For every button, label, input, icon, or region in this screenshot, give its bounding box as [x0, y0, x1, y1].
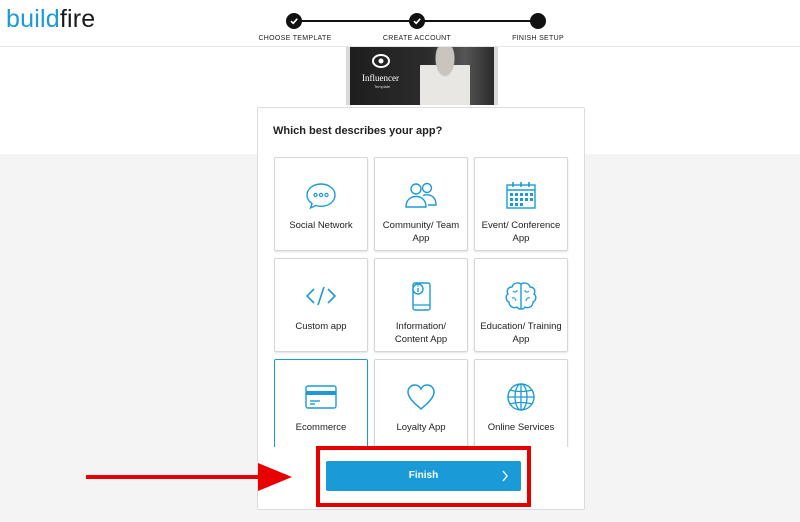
credit-card-icon [305, 385, 337, 409]
progress-stepper: CHOOSE TEMPLATE CREATE ACCOUNT FINISH SE… [258, 10, 590, 46]
annotation-arrow-icon [86, 463, 292, 491]
category-tile-social-network[interactable]: Social Network [274, 157, 368, 251]
question-heading: Which best describes your app? [273, 125, 443, 137]
category-label: Online Services [487, 422, 555, 433]
category-label: Event/ Conference App [481, 220, 561, 244]
step-label: FINISH SETUP [512, 35, 564, 42]
category-tile-education-training[interactable]: Education/ Training App [474, 258, 568, 352]
calendar-icon [506, 182, 536, 209]
template-preview: Influencer Template [346, 47, 498, 105]
template-person-image [420, 47, 470, 105]
category-tile-ecommerce[interactable]: Ecommerce [274, 359, 368, 447]
category-label: Information/ Content App [394, 321, 448, 345]
step-connector [417, 20, 538, 22]
logo-build: build [6, 5, 60, 33]
category-tile-information-content[interactable]: Information/ Content App [374, 258, 468, 352]
step-1-check-icon [286, 13, 302, 29]
category-grid: Social Network Community/ Team App Event… [274, 157, 570, 447]
globe-icon [507, 383, 535, 411]
template-image: Influencer Template [350, 47, 494, 105]
step-connector [294, 20, 417, 22]
buildfire-logo[interactable]: buildfire [6, 5, 95, 34]
step-label: CREATE ACCOUNT [382, 35, 452, 42]
code-icon [305, 286, 337, 306]
step-3-current-dot [530, 13, 546, 29]
brain-icon [505, 282, 537, 310]
template-logo-icon [372, 54, 390, 68]
chevron-right-icon [502, 470, 508, 482]
category-label: Custom app [295, 321, 347, 332]
logo-fire: fire [59, 5, 96, 33]
category-tile-online-services[interactable]: Online Services [474, 359, 568, 447]
phone-info-icon [412, 282, 431, 311]
category-tile-loyalty[interactable]: Loyalty App [374, 359, 468, 447]
category-tile-community-team[interactable]: Community/ Team App [374, 157, 468, 251]
step-label: CHOOSE TEMPLATE [258, 35, 332, 42]
finish-button[interactable]: Finish [326, 461, 521, 491]
finish-label: Finish [408, 470, 439, 481]
chat-bubble-icon [306, 183, 336, 210]
heart-icon [407, 384, 435, 411]
people-icon [405, 182, 437, 208]
category-label: Loyalty App [396, 422, 446, 433]
category-tile-custom-app[interactable]: Custom app [274, 258, 368, 352]
step-2-check-icon [409, 13, 425, 29]
category-tile-event-conference[interactable]: Event/ Conference App [474, 157, 568, 251]
category-label: Community/ Team App [382, 220, 460, 244]
template-name: Influencer [362, 73, 399, 83]
category-label: Education/ Training App [480, 321, 562, 345]
category-label: Ecommerce [295, 422, 347, 433]
category-label: Social Network [289, 220, 353, 231]
template-sub: Template [374, 84, 391, 89]
